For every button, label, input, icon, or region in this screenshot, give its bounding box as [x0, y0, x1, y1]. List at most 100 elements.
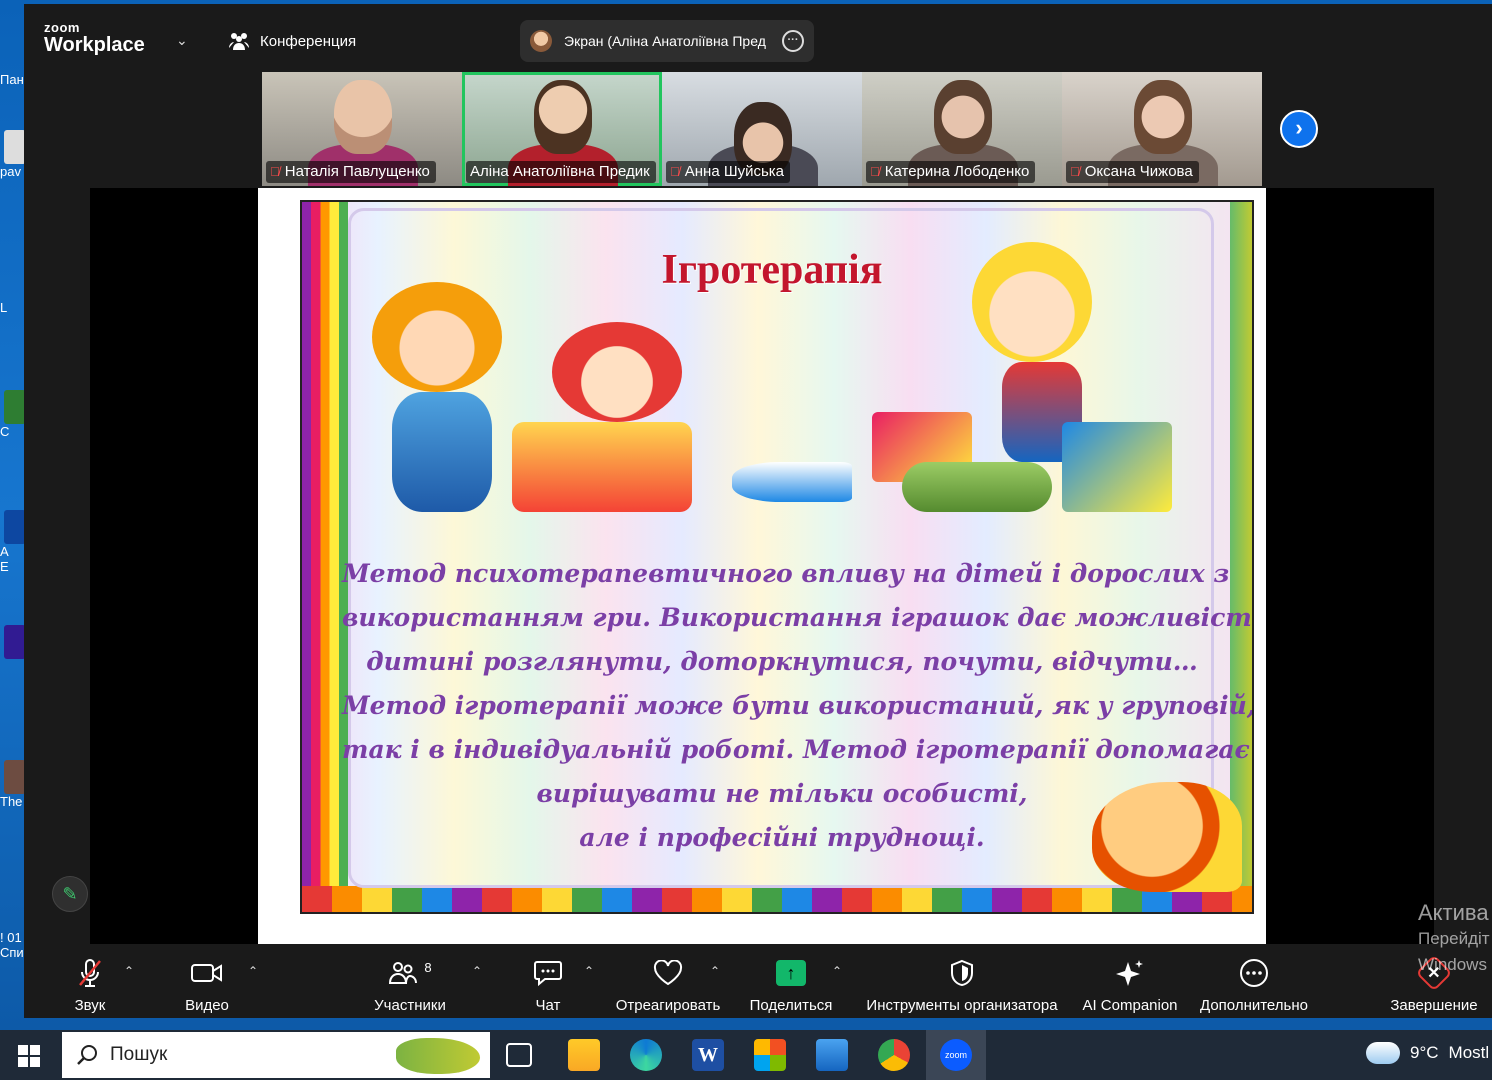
shield-icon	[862, 956, 1062, 990]
more-button[interactable]: Дополнительно	[1196, 956, 1312, 1014]
audio-button[interactable]: Звук	[64, 956, 116, 1014]
microsoft-store-icon[interactable]	[754, 1039, 786, 1071]
avatar	[530, 30, 552, 52]
mic-muted-icon: 🎙̸	[1070, 164, 1080, 179]
slide-text-line: так і в індивідуальній роботі. Метод ігр…	[342, 735, 1250, 764]
mail-icon[interactable]	[816, 1039, 848, 1071]
participant-name-tag: 🎙̸ Катерина Лободенко	[866, 161, 1036, 183]
participant-name: Наталія Павлущенко	[284, 163, 430, 180]
participant-name: Катерина Лободенко	[884, 163, 1030, 180]
file-icon	[4, 130, 26, 164]
file-explorer-icon[interactable]	[568, 1039, 600, 1071]
share-label: Поделиться	[749, 997, 833, 1014]
participant-name-tag: 🎙̸ Наталія Павлущенко	[266, 161, 436, 183]
next-page-button[interactable]: ›	[1280, 110, 1318, 148]
app-icon	[4, 625, 26, 659]
video-options-caret-icon[interactable]: ⌃	[248, 964, 258, 978]
slide-text-line: вирішувати не тільки особисті,	[536, 779, 1028, 808]
search-icon	[77, 1045, 97, 1065]
chevron-down-icon[interactable]: ⌄	[176, 32, 188, 49]
participant-video-face	[1134, 80, 1192, 154]
participant-tile[interactable]: 🎙̸ Наталія Павлущенко	[262, 72, 462, 186]
windows-start-icon[interactable]	[18, 1045, 40, 1067]
host-tools-button[interactable]: Инструменты организатора	[862, 956, 1062, 1014]
desktop-icon-label: pav	[0, 164, 21, 179]
participants-options-caret-icon[interactable]: ⌃	[472, 964, 482, 978]
more-label: Дополнительно	[1200, 997, 1308, 1014]
weather-widget[interactable]: 9°C Mostl	[1362, 1036, 1489, 1064]
participant-video-face	[934, 80, 992, 154]
host-tools-label: Инструменты организатора	[866, 997, 1058, 1014]
react-options-caret-icon[interactable]: ⌃	[710, 964, 720, 978]
share-screen-button[interactable]: ↑ Поделиться	[748, 956, 834, 1014]
chat-button[interactable]: Чат	[528, 956, 568, 1014]
logo-text-top: zoom	[44, 20, 80, 35]
chat-label: Чат	[535, 997, 561, 1014]
sparkle-icon	[1080, 956, 1180, 990]
desktop-icon-label: Пан	[0, 72, 24, 87]
ai-companion-label: AI Companion	[1082, 997, 1178, 1014]
word-icon[interactable]: W	[692, 1039, 724, 1071]
desktop-icon-label: L	[0, 300, 8, 315]
chrome-icon[interactable]	[878, 1039, 910, 1071]
mic-muted-icon	[64, 956, 116, 990]
watermark-line: Перейдіт	[1418, 929, 1490, 948]
participant-strip: 🎙̸ Наталія Павлущенко Аліна Анатоліївна П…	[262, 72, 1262, 186]
participant-name-tag: Аліна Анатоліївна Предик	[466, 161, 656, 183]
boy-illustration	[372, 282, 502, 392]
desktop-icon-label: ! 01 Спи	[0, 930, 24, 960]
audio-options-caret-icon[interactable]: ⌃	[124, 964, 134, 978]
audio-label: Звук	[74, 997, 106, 1014]
screen-share-indicator[interactable]: Экран (Аліна Анатоліївна Пред ···	[520, 20, 814, 62]
share-screen-icon: ↑	[776, 960, 806, 986]
participants-count: 8	[424, 959, 432, 975]
boy-body-illustration	[392, 392, 492, 512]
taskbar-search-input[interactable]: Пошук	[62, 1032, 490, 1078]
edge-browser-icon[interactable]	[630, 1039, 662, 1071]
meeting-toolbar: Звук ⌃ Видео ⌃ 8 Участники ⌃ Чат ⌃ Отреа…	[24, 948, 1492, 1018]
participant-tile[interactable]: 🎙̸ Катерина Лободенко	[862, 72, 1062, 186]
participants-icon: 8	[370, 956, 450, 990]
mic-muted-icon: 🎙̸	[670, 164, 680, 179]
weather-temperature: 9°C	[1410, 1043, 1439, 1062]
gift-illustration	[1062, 422, 1172, 512]
zoom-topbar: zoom Workplace ⌄ Конференция Экран (Алін…	[24, 4, 1492, 70]
mic-muted-icon: 🎙̸	[870, 164, 880, 179]
video-button[interactable]: Видео	[176, 956, 238, 1014]
participant-name: Анна Шуйська	[684, 163, 785, 180]
watermark-line: Актива	[1418, 900, 1489, 925]
zoom-app-icon[interactable]: zoom	[940, 1039, 972, 1071]
react-label: Отреагировать	[615, 997, 721, 1014]
participant-name-tag: 🎙̸ Анна Шуйська	[666, 161, 791, 183]
slide-text-line: Метод ігротерапії може бути використаний…	[342, 691, 1254, 720]
participant-tile[interactable]: 🎙̸ Оксана Чижова	[1062, 72, 1262, 186]
slide-text-line: використанням гри. Використання іграшок …	[342, 603, 1254, 632]
watermark-line: Windows	[1418, 955, 1487, 974]
girl-illustration	[552, 322, 682, 422]
task-view-icon[interactable]	[506, 1043, 532, 1067]
windows-taskbar: Пошук W zoom 9°C Mostl	[0, 1030, 1492, 1080]
desktop-icon-label: C	[0, 424, 10, 439]
participant-name-tag: 🎙̸ Оксана Чижова	[1066, 161, 1199, 183]
participant-tile[interactable]: 🎙̸ Анна Шуйська	[662, 72, 862, 186]
meeting-label: Конференция	[260, 32, 357, 50]
chat-options-caret-icon[interactable]: ⌃	[584, 964, 594, 978]
ai-companion-button[interactable]: AI Companion	[1080, 956, 1180, 1014]
participant-tile-active-speaker[interactable]: Аліна Анатоліївна Предик	[462, 72, 662, 186]
meeting-info-button[interactable]: Конференция	[228, 32, 356, 50]
participant-name: Оксана Чижова	[1084, 163, 1193, 180]
more-dots-icon	[1196, 956, 1312, 990]
chat-icon	[528, 956, 568, 990]
chevron-right-icon: ›	[1295, 115, 1303, 140]
app-icon	[4, 760, 26, 794]
activation-watermark: Актива Перейдіт Windows	[1418, 900, 1490, 978]
annotate-pencil-icon[interactable]: ✎	[52, 876, 88, 912]
zoom-logo: zoom Workplace	[44, 20, 145, 56]
screen-share-label: Экран (Аліна Анатоліївна Пред	[564, 33, 766, 49]
share-options-caret-icon[interactable]: ⌃	[832, 964, 842, 978]
participants-button[interactable]: 8 Участники	[370, 956, 450, 1015]
app-icon	[4, 510, 26, 544]
people-icon	[229, 33, 249, 50]
more-options-icon[interactable]: ···	[782, 30, 804, 52]
react-button[interactable]: Отреагировать	[614, 956, 722, 1014]
